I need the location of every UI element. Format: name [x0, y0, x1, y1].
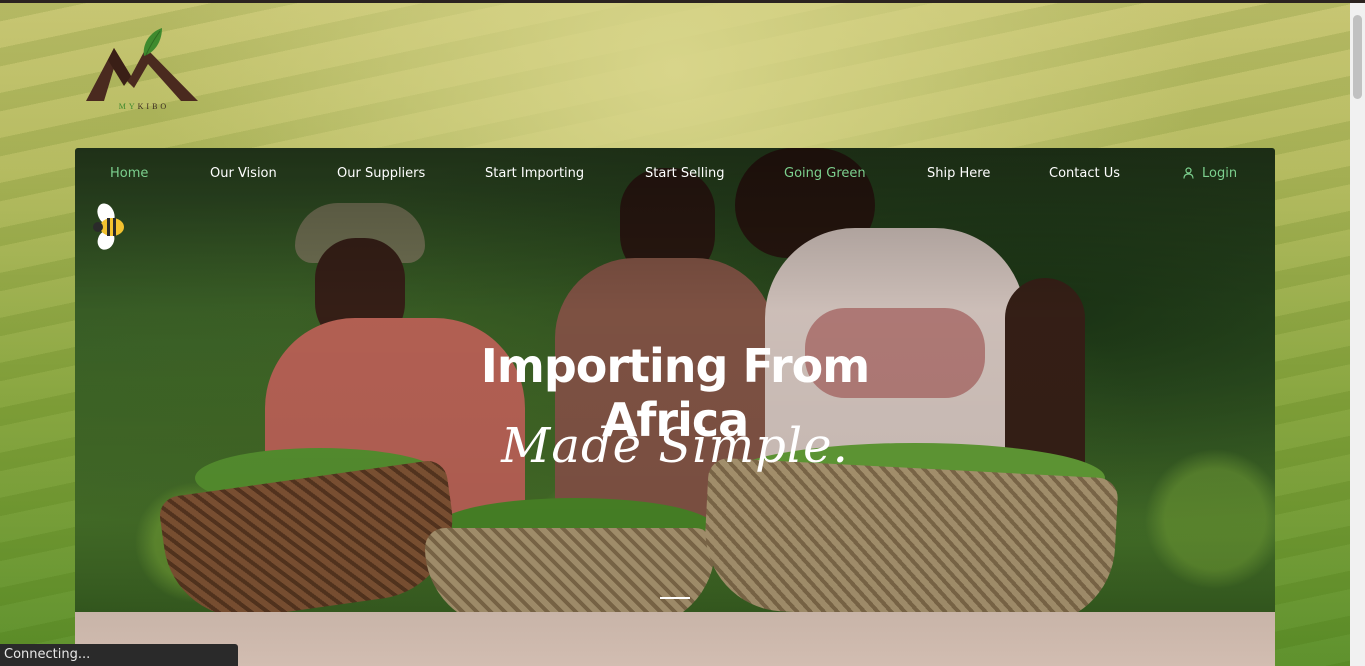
nav-going-green[interactable]: Going Green: [784, 166, 866, 181]
nav-our-vision[interactable]: Our Vision: [210, 166, 277, 181]
browser-status-bar: Connecting...: [0, 644, 238, 666]
main-nav: Home Our Vision Our Suppliers Start Impo…: [75, 166, 1275, 190]
hero-carousel: Home Our Vision Our Suppliers Start Impo…: [75, 148, 1275, 612]
logo-wordmark-suffix: KIBO: [137, 102, 170, 111]
page-scrollbar[interactable]: [1350, 3, 1365, 666]
nav-contact-us[interactable]: Contact Us: [1049, 166, 1120, 181]
nav-start-importing[interactable]: Start Importing: [485, 166, 584, 181]
logo-wordmark: MYKIBO: [109, 102, 179, 111]
hero-headline-line1: Importing From: [480, 338, 870, 393]
carousel-indicator[interactable]: [660, 597, 690, 599]
nav-login-label: Login: [1202, 166, 1238, 181]
nav-home[interactable]: Home: [110, 166, 148, 181]
scrollbar-thumb[interactable]: [1353, 15, 1362, 99]
user-icon: [1183, 167, 1194, 179]
nav-ship-here[interactable]: Ship Here: [927, 166, 990, 181]
nav-our-suppliers[interactable]: Our Suppliers: [337, 166, 425, 181]
next-section: [75, 612, 1275, 666]
nav-start-selling[interactable]: Start Selling: [645, 166, 724, 181]
logo-wordmark-prefix: MY: [118, 102, 138, 111]
bee-icon[interactable]: [92, 200, 128, 252]
nav-login[interactable]: Login: [1183, 166, 1237, 181]
hero-tagline: Made Simple.: [501, 418, 849, 474]
